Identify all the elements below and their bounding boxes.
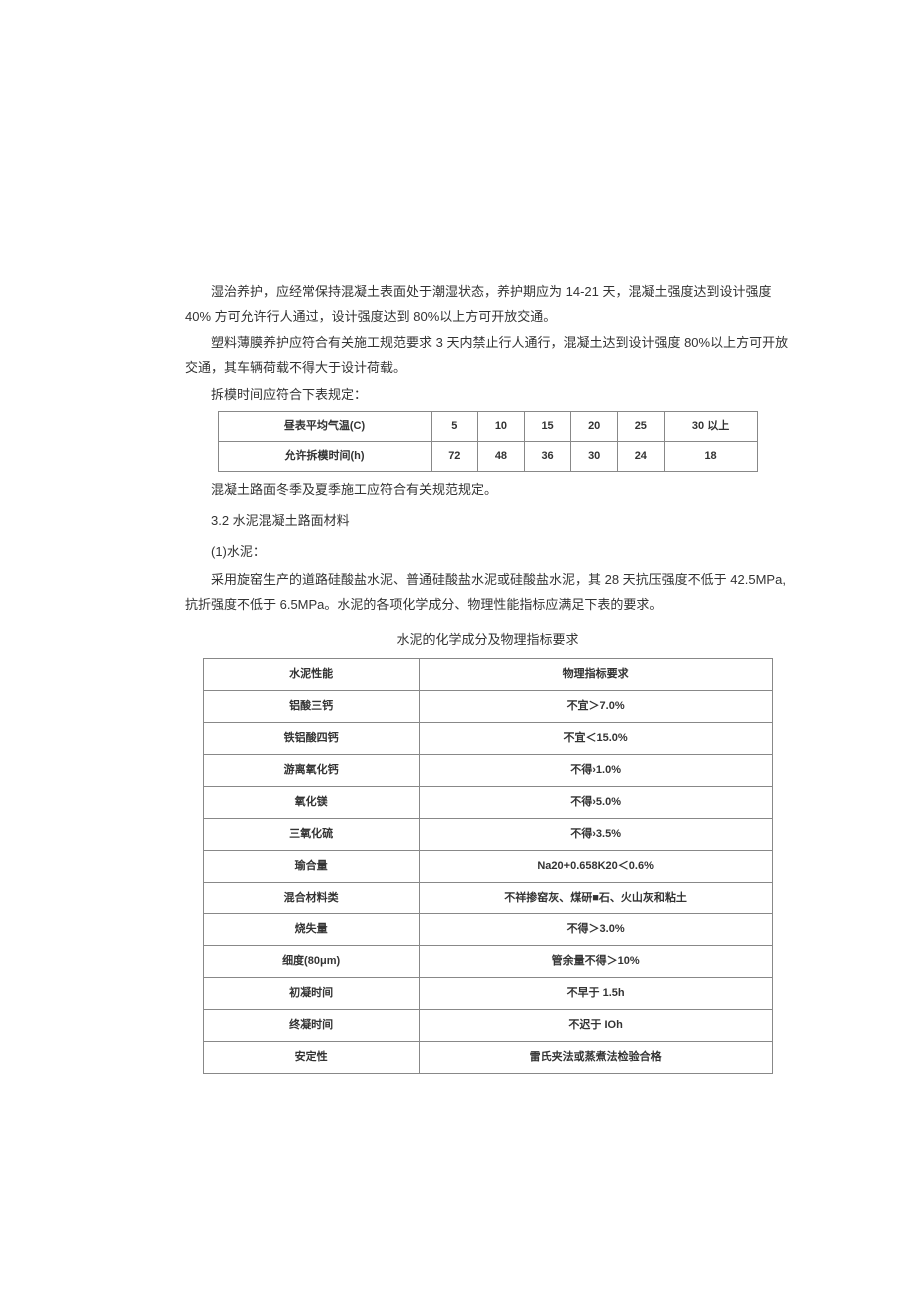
- cement-properties-table: 水泥性能 物理指标要求 铝酸三钙 不宜＞7.0% 铁铝酸四钙 不宜＜15.0% …: [203, 658, 773, 1074]
- cell-time-36: 36: [524, 442, 571, 472]
- table-row: 铝酸三钙 不宜＞7.0%: [203, 691, 772, 723]
- cell-prop: 氧化镁: [203, 786, 419, 818]
- cell-req: Na20+0.658K20＜0.6%: [419, 850, 772, 882]
- table-row: 昼表平均气温(C) 5 10 15 20 25 30 以上: [218, 412, 757, 442]
- cell-temp-15: 15: [524, 412, 571, 442]
- cell-req-header: 物理指标要求: [419, 659, 772, 691]
- cell-req: 不得＞3.0%: [419, 914, 772, 946]
- demold-time-table: 昼表平均气温(C) 5 10 15 20 25 30 以上 允许拆模时间(h) …: [218, 411, 758, 472]
- cell-prop: 终凝时间: [203, 1010, 419, 1042]
- cell-temp-10: 10: [478, 412, 525, 442]
- table-row: 水泥性能 物理指标要求: [203, 659, 772, 691]
- cell-prop: 铁铝酸四钙: [203, 723, 419, 755]
- paragraph-plastic-film: 塑料薄膜养护应符合有关施工规范要求 3 天内禁止行人通行，混凝土达到设计强度 8…: [185, 331, 790, 380]
- cell-time-30: 30: [571, 442, 618, 472]
- table-row: 氧化镁 不得›5.0%: [203, 786, 772, 818]
- paragraph-wet-curing: 湿治养护，应经常保持混凝土表面处于潮湿状态，养护期应为 14-21 天，混凝土强…: [185, 280, 790, 329]
- cell-temp-5: 5: [431, 412, 478, 442]
- cell-req: 不宜＜15.0%: [419, 723, 772, 755]
- table-row: 瑜合量 Na20+0.658K20＜0.6%: [203, 850, 772, 882]
- cell-temp-20: 20: [571, 412, 618, 442]
- cell-prop: 烧失量: [203, 914, 419, 946]
- table-row: 允许拆模时间(h) 72 48 36 30 24 18: [218, 442, 757, 472]
- item-1-cement: (1)水泥：: [185, 540, 790, 565]
- table-row: 铁铝酸四钙 不宜＜15.0%: [203, 723, 772, 755]
- cell-temp-30plus: 30 以上: [664, 412, 757, 442]
- cell-time-72: 72: [431, 442, 478, 472]
- cell-temp-25: 25: [618, 412, 665, 442]
- table-row: 烧失量 不得＞3.0%: [203, 914, 772, 946]
- cell-time-48: 48: [478, 442, 525, 472]
- table-row: 安定性 雷氏夹法或蒸煮法检验合格: [203, 1042, 772, 1074]
- table-row: 细度(80μm) 管余量不得＞10%: [203, 946, 772, 978]
- cell-req: 管余量不得＞10%: [419, 946, 772, 978]
- cell-req: 不早于 1.5h: [419, 978, 772, 1010]
- cell-prop: 细度(80μm): [203, 946, 419, 978]
- cell-prop-header: 水泥性能: [203, 659, 419, 691]
- cell-req: 雷氏夹法或蒸煮法检验合格: [419, 1042, 772, 1074]
- cell-prop: 安定性: [203, 1042, 419, 1074]
- table-row: 三氧化硫 不得›3.5%: [203, 818, 772, 850]
- paragraph-season-note: 混凝土路面冬季及夏季施工应符合有关规范规定。: [185, 478, 790, 503]
- cell-time-18: 18: [664, 442, 757, 472]
- cell-time-24: 24: [618, 442, 665, 472]
- table-row: 初凝时间 不早于 1.5h: [203, 978, 772, 1010]
- cell-req: 不祥掺窑灰、煤研■石、火山灰和粘土: [419, 882, 772, 914]
- table-row: 终凝时间 不迟于 IOh: [203, 1010, 772, 1042]
- table-row: 混合材料类 不祥掺窑灰、煤研■石、火山灰和粘土: [203, 882, 772, 914]
- cell-prop: 瑜合量: [203, 850, 419, 882]
- cell-temp-label: 昼表平均气温(C): [218, 412, 431, 442]
- document-page: 湿治养护，应经常保持混凝土表面处于潮湿状态，养护期应为 14-21 天，混凝土强…: [0, 0, 920, 1180]
- paragraph-cement-spec: 采用旋窑生产的道路硅酸盐水泥、普通硅酸盐水泥或硅酸盐水泥，其 28 天抗压强度不…: [185, 568, 790, 617]
- table-row: 游离氧化钙 不得›1.0%: [203, 755, 772, 787]
- cement-table-caption: 水泥的化学成分及物理指标要求: [185, 628, 790, 653]
- cell-req: 不得›5.0%: [419, 786, 772, 818]
- section-3-2-title: 3.2 水泥混凝土路面材料: [185, 509, 790, 534]
- cell-prop: 三氧化硫: [203, 818, 419, 850]
- paragraph-demold-intro: 拆模时间应符合下表规定：: [185, 383, 790, 408]
- cell-prop: 混合材料类: [203, 882, 419, 914]
- cell-prop: 游离氧化钙: [203, 755, 419, 787]
- cell-prop: 铝酸三钙: [203, 691, 419, 723]
- cell-req: 不宜＞7.0%: [419, 691, 772, 723]
- cell-time-label: 允许拆模时间(h): [218, 442, 431, 472]
- cell-req: 不得›1.0%: [419, 755, 772, 787]
- cell-req: 不迟于 IOh: [419, 1010, 772, 1042]
- cell-prop: 初凝时间: [203, 978, 419, 1010]
- cell-req: 不得›3.5%: [419, 818, 772, 850]
